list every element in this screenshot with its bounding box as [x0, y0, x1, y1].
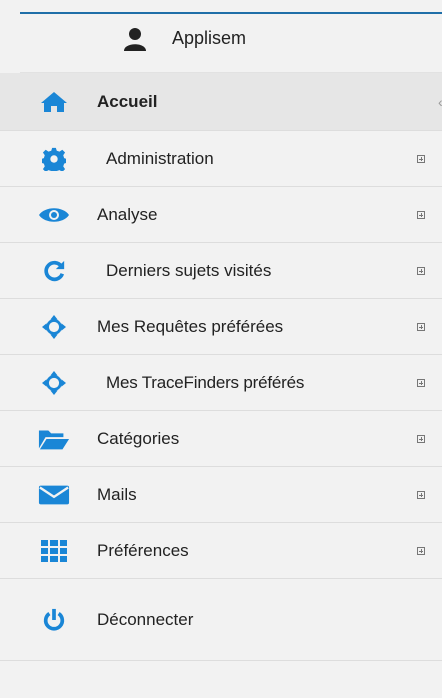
expand-icon[interactable]	[417, 322, 425, 331]
sidebar-menu: Accueil ‹ Administration Analyse	[0, 73, 442, 661]
eye-icon	[38, 202, 70, 228]
sidebar-item-label: Mes Requêtes préférées	[97, 316, 284, 336]
sidebar-item-accueil[interactable]: Accueil ‹	[0, 73, 442, 131]
grid-icon	[38, 538, 70, 564]
sidebar-item-mes-tracefinders[interactable]: Mes TraceFinders préférés	[0, 355, 442, 411]
folder-open-icon	[38, 426, 70, 452]
user-name: Applisem	[172, 28, 247, 48]
user-icon	[122, 26, 148, 52]
sidebar-item-label: Administration	[106, 148, 214, 168]
sidebar-item-preferences[interactable]: Préférences	[0, 523, 442, 579]
sidebar-item-label: Accueil	[97, 91, 158, 111]
sidebar-item-mes-requetes[interactable]: Mes Requêtes préférées	[0, 299, 442, 355]
sidebar-item-label: Préférences	[97, 540, 189, 560]
sidebar-item-label: Analyse	[97, 204, 158, 224]
sidebar-item-administration[interactable]: Administration	[0, 131, 442, 187]
expand-icon[interactable]	[417, 434, 425, 443]
refresh-icon	[38, 258, 70, 284]
gear-icon	[38, 146, 70, 172]
sidebar-item-label: Mes TraceFinders préférés	[106, 372, 305, 392]
sidebar-item-label: Déconnecter	[97, 609, 194, 629]
user-header[interactable]: Applisem	[0, 14, 442, 66]
crosshair-icon	[38, 370, 70, 396]
sidebar-item-label: Catégories	[97, 428, 180, 448]
crosshair-icon	[38, 314, 70, 340]
expand-icon[interactable]	[417, 546, 425, 555]
sidebar-item-label: Derniers sujets visités	[106, 260, 272, 280]
expand-icon[interactable]	[417, 266, 425, 275]
sidebar-item-derniers-sujets[interactable]: Derniers sujets visités	[0, 243, 442, 299]
sidebar-item-deconnecter[interactable]: Déconnecter	[0, 579, 442, 661]
expand-icon[interactable]	[417, 490, 425, 499]
sidebar-item-label: Mails	[97, 484, 137, 504]
sidebar-item-categories[interactable]: Catégories	[0, 411, 442, 467]
caret-icon: ‹	[438, 94, 442, 110]
expand-icon[interactable]	[417, 154, 425, 163]
sidebar-item-analyse[interactable]: Analyse	[0, 187, 442, 243]
envelope-icon	[38, 482, 70, 508]
power-icon	[38, 607, 70, 633]
expand-icon[interactable]	[417, 378, 425, 387]
sidebar-item-mails[interactable]: Mails	[0, 467, 442, 523]
expand-icon[interactable]	[417, 210, 425, 219]
home-icon	[38, 89, 70, 115]
